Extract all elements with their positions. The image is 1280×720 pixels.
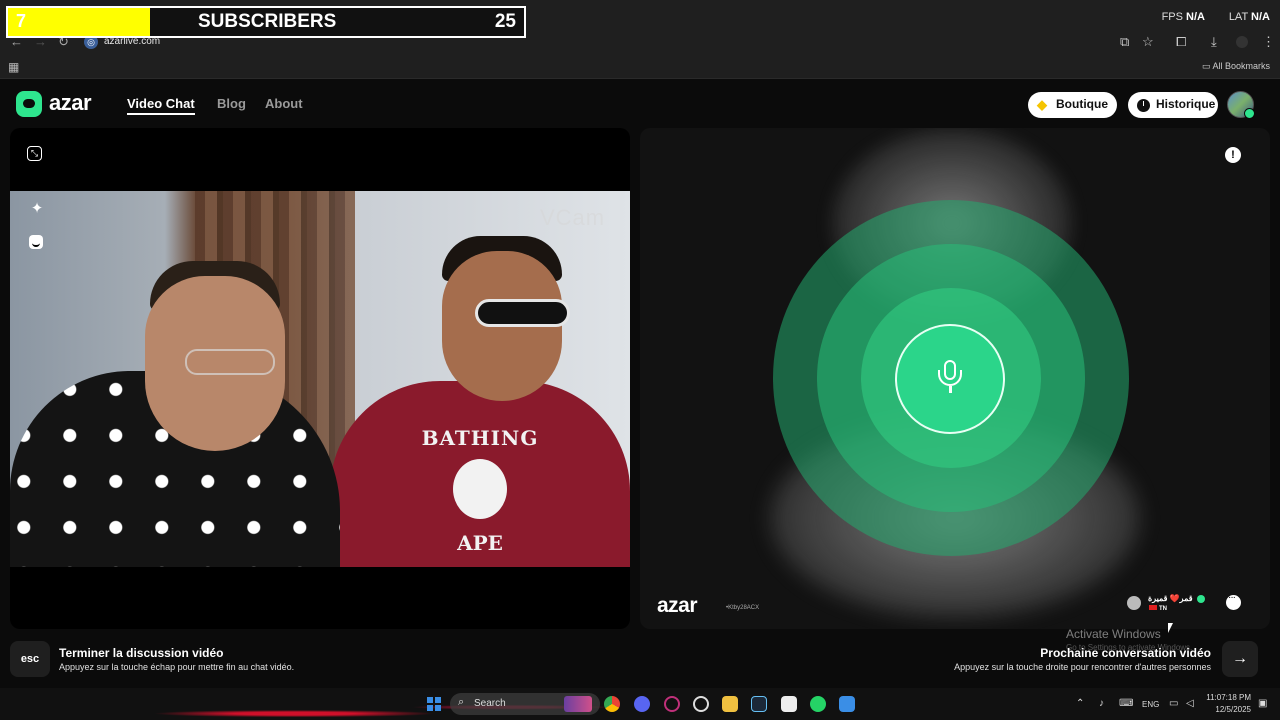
app-icon[interactable] (781, 696, 797, 712)
app-icon[interactable] (839, 696, 855, 712)
windows-start-icon[interactable] (427, 697, 441, 711)
gem-icon: ◆ (1037, 97, 1047, 112)
extensions-icon[interactable]: ⧠ (1176, 34, 1186, 50)
peer-name[interactable]: قمر❤️ قميرة (1148, 594, 1193, 603)
azar-logo-text[interactable]: azar (49, 90, 92, 116)
subscriber-label: SUBSCRIBERS (198, 11, 337, 32)
subscriber-counter-overlay: 7 SUBSCRIBERS 25 (6, 6, 526, 38)
partner-video-panel: ! azar •Ktby28ACX قمر❤️ قميرة TN (640, 128, 1270, 629)
all-bookmarks-link[interactable]: ▭ All Bookmarks (1202, 61, 1270, 72)
sunglasses (475, 299, 570, 327)
profile-icon[interactable] (1236, 36, 1248, 48)
download-icon[interactable]: ⤓ (1211, 34, 1217, 50)
tray-mic-icon[interactable]: ♪ (1099, 698, 1104, 709)
discord-icon[interactable] (634, 696, 650, 712)
file-explorer-icon[interactable] (722, 696, 738, 712)
tray-time[interactable]: 11:07:18 PM (1205, 693, 1251, 702)
avatar[interactable] (1227, 91, 1255, 119)
historique-label: Historique (1156, 97, 1216, 111)
end-chat-description: Appuyez sur la touche échap pour mettre … (59, 662, 295, 672)
bookmark-star-icon[interactable]: ☆ (1142, 34, 1154, 50)
mouse-cursor (1168, 623, 1173, 633)
tray-language[interactable]: ENG (1142, 700, 1159, 709)
clock-icon (1137, 99, 1150, 112)
peer-avatar[interactable] (1127, 596, 1141, 610)
taskbar-search-box[interactable]: ⌕ Search (450, 693, 600, 715)
opera-icon[interactable] (664, 696, 680, 712)
search-icon: ⌕ (458, 696, 465, 708)
expand-icon[interactable]: ⤡ (27, 146, 42, 161)
shirt-text-top: BATHING (421, 426, 539, 450)
boutique-button[interactable]: ◆ Boutique (1028, 92, 1117, 118)
chat-bubble-icon[interactable] (1226, 592, 1241, 610)
nav-video-chat[interactable]: Video Chat (127, 96, 195, 115)
local-video-panel: VCam BATHING APE ⤡ ✦ (10, 128, 630, 629)
fps-readout: FPS N/A (1161, 11, 1205, 23)
notification-icon[interactable]: ▣ (1258, 698, 1267, 709)
menu-dots-icon[interactable]: ⋮ (1262, 34, 1275, 50)
nav-blog[interactable]: Blog (217, 96, 246, 111)
microphone-icon (937, 360, 963, 396)
next-chat-title: Prochaine conversation vidéo (1040, 646, 1211, 660)
search-highlight-icon (564, 696, 592, 712)
user-id-watermark: •Ktby28ACX (726, 605, 760, 611)
next-chat-description: Appuyez sur la touche droite pour rencon… (954, 662, 1211, 672)
sticker-emoji-icon[interactable] (29, 235, 43, 249)
tray-date[interactable]: 12/5/2025 (1205, 705, 1251, 714)
report-icon[interactable]: ! (1225, 147, 1241, 163)
ape-head-graphic (453, 459, 507, 519)
azar-logo-icon[interactable] (16, 91, 42, 117)
peer-country: TN (1149, 605, 1167, 612)
apps-grid-icon[interactable]: ▦ (8, 60, 19, 74)
effects-sparkle-icon[interactable]: ✦ (26, 198, 48, 220)
nav-about[interactable]: About (265, 96, 303, 111)
historique-button[interactable]: Historique (1128, 92, 1218, 118)
subscriber-count: 7 (8, 8, 150, 36)
steam-icon[interactable] (751, 696, 767, 712)
latency-readout: LAT N/A (1228, 11, 1270, 23)
tray-volume-icon[interactable]: ◁ (1186, 698, 1194, 709)
windows-taskbar: ⌕ Search ⌃ ♪ ⌨ ENG ▭ ◁ 11:07:18 PM 12/5/… (0, 688, 1280, 720)
chrome-icon[interactable] (604, 696, 620, 712)
end-call-key-button[interactable]: esc (10, 641, 50, 677)
glasses (185, 349, 275, 375)
azar-header: azar Video Chat Blog About ◆ Boutique Hi… (0, 80, 1280, 128)
local-video-feed: VCam BATHING APE (10, 191, 630, 567)
search-placeholder: Search (474, 698, 506, 709)
vcam-watermark: VCam (540, 205, 606, 230)
end-chat-title: Terminer la discussion vidéo (59, 646, 224, 660)
whatsapp-icon[interactable] (810, 696, 826, 712)
cast-icon[interactable]: ⧉ (1120, 34, 1129, 50)
tray-chevron-icon[interactable]: ⌃ (1076, 698, 1084, 709)
bape-logo: BATHING APE (420, 421, 540, 561)
azar-watermark-logo: azar (657, 594, 698, 617)
next-chat-arrow-button[interactable]: → (1222, 641, 1258, 677)
tray-keyboard-icon[interactable]: ⌨ (1119, 698, 1133, 709)
shirt-text-bottom: APE (457, 531, 503, 555)
activate-windows-title: Activate Windows (1066, 627, 1161, 641)
subscriber-goal: 25 (494, 11, 516, 32)
verified-icon (1197, 595, 1205, 603)
boutique-label: Boutique (1056, 97, 1108, 111)
app-icon[interactable] (693, 696, 709, 712)
tray-network-icon[interactable]: ▭ (1169, 698, 1178, 709)
bookmarks-bar: ▦ ▭ All Bookmarks (0, 55, 1280, 79)
